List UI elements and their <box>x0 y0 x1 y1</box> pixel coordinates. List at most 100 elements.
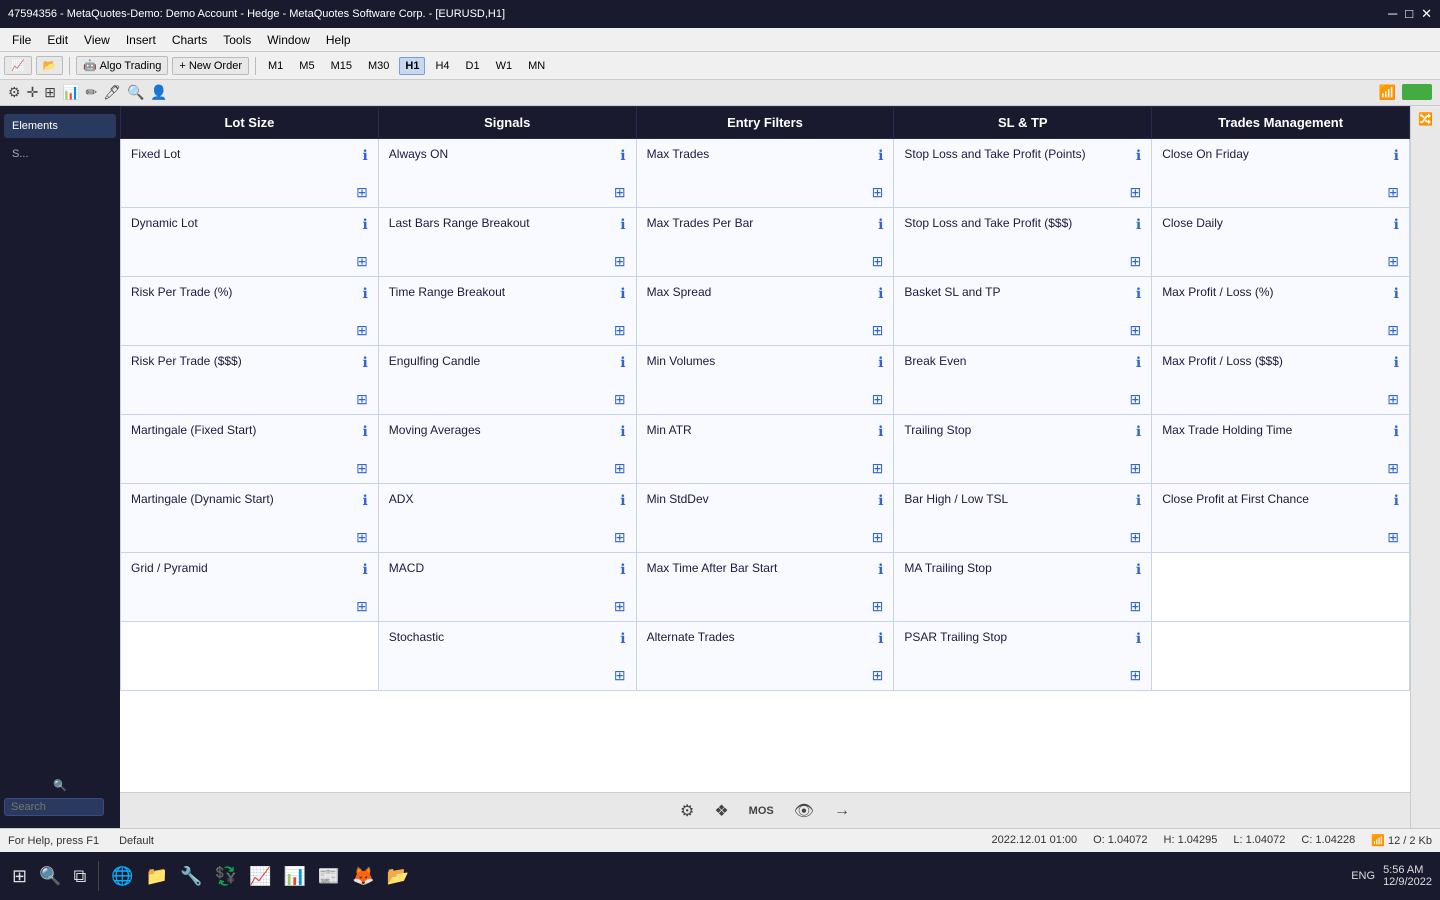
pen-icon[interactable]: ✏ <box>85 84 97 101</box>
cell-inner[interactable]: Engulfing Candle ℹ ⊞ <box>379 346 636 414</box>
info-icon[interactable]: ℹ <box>1136 561 1141 578</box>
info-icon[interactable]: ℹ <box>1394 354 1399 371</box>
cell-inner[interactable]: Max Trades Per Bar ℹ ⊞ <box>637 208 894 276</box>
cell-inner[interactable]: MACD ℹ ⊞ <box>379 553 636 621</box>
cell-inner[interactable]: Max Trade Holding Time ℹ ⊞ <box>1152 415 1409 483</box>
taskbar-taskview[interactable]: ⧉ <box>70 862 91 891</box>
info-icon[interactable]: ℹ <box>878 492 883 509</box>
info-icon[interactable]: ℹ <box>878 423 883 440</box>
info-icon[interactable]: ℹ <box>362 354 367 371</box>
cell-inner[interactable]: Martingale (Fixed Start) ℹ ⊞ <box>121 415 378 483</box>
algo-trading-btn[interactable]: 🤖 Algo Trading <box>76 56 168 75</box>
cell-inner[interactable]: Stop Loss and Take Profit (Points) ℹ ⊞ <box>894 139 1151 207</box>
info-icon[interactable]: ℹ <box>362 492 367 509</box>
indicators-icon[interactable]: 📊 <box>62 84 79 101</box>
panel-mos-icon[interactable]: MOS <box>749 805 774 817</box>
info-icon[interactable]: ℹ <box>1136 285 1141 302</box>
info-icon[interactable]: ℹ <box>620 423 625 440</box>
taskbar-app1[interactable]: 🌐 <box>107 862 137 891</box>
toolbar-open[interactable]: 📂 <box>36 56 64 75</box>
taskbar-app8[interactable]: 🦊 <box>348 862 378 891</box>
taskbar-app2[interactable]: 📁 <box>142 862 172 891</box>
cell-inner[interactable]: Grid / Pyramid ℹ ⊞ <box>121 553 378 621</box>
info-icon[interactable]: ℹ <box>620 285 625 302</box>
cell-inner[interactable]: Min StdDev ℹ ⊞ <box>637 484 894 552</box>
crosshair-icon[interactable]: ✛ <box>27 84 39 101</box>
sidebar-tab-elements[interactable]: Elements <box>4 114 116 138</box>
windows-start[interactable]: ⊞ <box>8 862 31 891</box>
close-btn[interactable]: ✕ <box>1421 6 1432 22</box>
taskbar-app7[interactable]: 📰 <box>314 862 344 891</box>
cell-inner[interactable]: Risk Per Trade ($$$) ℹ ⊞ <box>121 346 378 414</box>
tf-h4[interactable]: H4 <box>429 57 455 75</box>
menu-insert[interactable]: Insert <box>118 31 164 49</box>
menu-window[interactable]: Window <box>259 31 318 49</box>
menu-tools[interactable]: Tools <box>215 31 259 49</box>
cell-inner[interactable]: Moving Averages ℹ ⊞ <box>379 415 636 483</box>
info-icon[interactable]: ℹ <box>1136 423 1141 440</box>
info-icon[interactable]: ℹ <box>1136 492 1141 509</box>
toolbar-new-chart[interactable]: 📈 <box>4 56 32 75</box>
cell-inner[interactable]: ADX ℹ ⊞ <box>379 484 636 552</box>
cell-inner[interactable]: Stop Loss and Take Profit ($$$) ℹ ⊞ <box>894 208 1151 276</box>
info-icon[interactable]: ℹ <box>1394 216 1399 233</box>
tf-m15[interactable]: M15 <box>325 57 358 75</box>
tf-mn[interactable]: MN <box>522 57 551 75</box>
info-icon[interactable]: ℹ <box>620 630 625 647</box>
menu-edit[interactable]: Edit <box>39 31 76 49</box>
info-icon[interactable]: ℹ <box>1136 354 1141 371</box>
info-icon[interactable]: ℹ <box>1394 285 1399 302</box>
info-icon[interactable]: ℹ <box>1136 147 1141 164</box>
panel-split-icon[interactable]: ❖ <box>714 801 728 821</box>
settings-icon[interactable]: ⚙ <box>8 84 21 101</box>
menu-view[interactable]: View <box>76 31 118 49</box>
cell-inner[interactable]: Always ON ℹ ⊞ <box>379 139 636 207</box>
taskbar-app3[interactable]: 🔧 <box>176 862 206 891</box>
info-icon[interactable]: ℹ <box>878 147 883 164</box>
cell-inner[interactable]: Max Time After Bar Start ℹ ⊞ <box>637 553 894 621</box>
cell-inner[interactable]: Close On Friday ℹ ⊞ <box>1152 139 1409 207</box>
cell-inner[interactable]: Fixed Lot ℹ ⊞ <box>121 139 378 207</box>
cell-inner[interactable]: Stochastic ℹ ⊞ <box>379 622 636 690</box>
info-icon[interactable]: ℹ <box>620 216 625 233</box>
info-icon[interactable]: ℹ <box>620 561 625 578</box>
info-icon[interactable]: ℹ <box>362 147 367 164</box>
menu-help[interactable]: Help <box>318 31 359 49</box>
cell-inner[interactable]: Martingale (Dynamic Start) ℹ ⊞ <box>121 484 378 552</box>
info-icon[interactable]: ℹ <box>362 561 367 578</box>
tf-m1[interactable]: M1 <box>262 57 289 75</box>
search-input[interactable] <box>4 798 104 816</box>
cell-inner[interactable]: Max Profit / Loss (%) ℹ ⊞ <box>1152 277 1409 345</box>
info-icon[interactable]: ℹ <box>620 147 625 164</box>
account-icon[interactable]: 👤 <box>150 84 167 101</box>
brush-icon[interactable]: 🖊 <box>103 84 121 101</box>
menu-charts[interactable]: Charts <box>164 31 215 49</box>
cell-inner[interactable]: Min ATR ℹ ⊞ <box>637 415 894 483</box>
info-icon[interactable]: ℹ <box>878 354 883 371</box>
cell-inner[interactable]: Max Spread ℹ ⊞ <box>637 277 894 345</box>
info-icon[interactable]: ℹ <box>620 492 625 509</box>
taskbar-app4[interactable]: 💱 <box>211 862 241 891</box>
tf-m30[interactable]: M30 <box>362 57 395 75</box>
sidebar-tab-s[interactable]: S... <box>4 142 116 166</box>
tf-d1[interactable]: D1 <box>460 57 486 75</box>
info-icon[interactable]: ℹ <box>362 216 367 233</box>
cell-inner[interactable]: PSAR Trailing Stop ℹ ⊞ <box>894 622 1151 690</box>
panel-settings-icon[interactable]: ⚙ <box>680 801 694 821</box>
new-order-btn[interactable]: + New Order <box>172 57 249 75</box>
info-icon[interactable]: ℹ <box>878 561 883 578</box>
cell-inner[interactable]: Close Daily ℹ ⊞ <box>1152 208 1409 276</box>
cell-inner[interactable]: Max Profit / Loss ($$$) ℹ ⊞ <box>1152 346 1409 414</box>
grid-icon[interactable]: ⊞ <box>44 84 56 101</box>
taskbar-search[interactable]: 🔍 <box>35 862 65 891</box>
info-icon[interactable]: ℹ <box>878 216 883 233</box>
tf-h1[interactable]: H1 <box>399 57 425 75</box>
minimize-btn[interactable]: ─ <box>1388 6 1397 22</box>
cell-inner[interactable]: Trailing Stop ℹ ⊞ <box>894 415 1151 483</box>
taskbar-app6[interactable]: 📊 <box>279 862 309 891</box>
search-toolbar-icon[interactable]: 🔍 <box>127 84 144 101</box>
info-icon[interactable]: ℹ <box>878 285 883 302</box>
cell-inner[interactable]: Max Trades ℹ ⊞ <box>637 139 894 207</box>
cell-inner[interactable]: Time Range Breakout ℹ ⊞ <box>379 277 636 345</box>
panel-eye-icon[interactable]: 👁 <box>794 801 814 821</box>
